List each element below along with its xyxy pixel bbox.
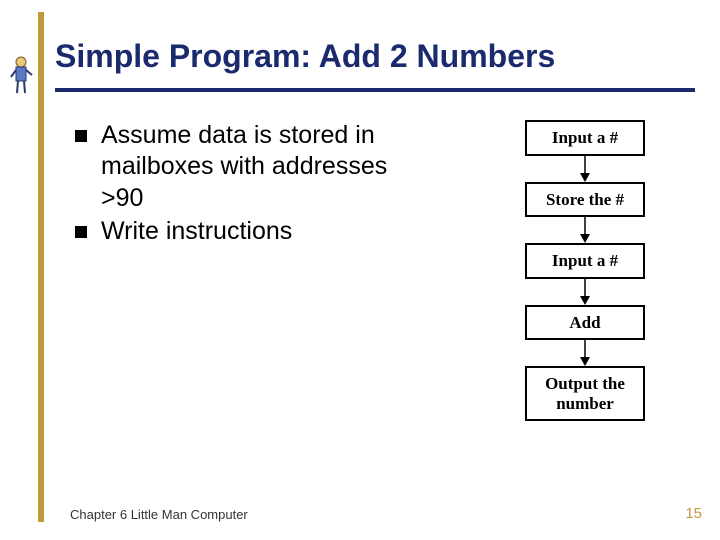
flowchart: Input a # Store the # Input a # Add Outp…	[520, 120, 650, 421]
accent-bar	[38, 12, 44, 522]
footer-chapter: Chapter 6 Little Man Computer	[70, 507, 248, 522]
flow-step: Output the number	[525, 366, 645, 421]
arrow-down-icon	[578, 217, 592, 243]
bullet-text: Assume data is stored in mailboxes with …	[101, 120, 435, 214]
flow-step: Add	[525, 305, 645, 341]
square-bullet-icon	[75, 130, 87, 142]
flow-step: Input a #	[525, 120, 645, 156]
arrow-down-icon	[578, 340, 592, 366]
bullet-list: Assume data is stored in mailboxes with …	[75, 120, 435, 249]
lmc-icon	[8, 55, 34, 95]
flow-step: Store the #	[525, 182, 645, 218]
square-bullet-icon	[75, 226, 87, 238]
title-underline	[55, 88, 695, 92]
arrow-down-icon	[578, 156, 592, 182]
list-item: Write instructions	[75, 216, 435, 247]
slide-number: 15	[685, 505, 702, 522]
slide-title: Simple Program: Add 2 Numbers	[55, 38, 555, 75]
arrow-down-icon	[578, 279, 592, 305]
list-item: Assume data is stored in mailboxes with …	[75, 120, 435, 214]
bullet-text: Write instructions	[101, 216, 292, 247]
flow-step: Input a #	[525, 243, 645, 279]
